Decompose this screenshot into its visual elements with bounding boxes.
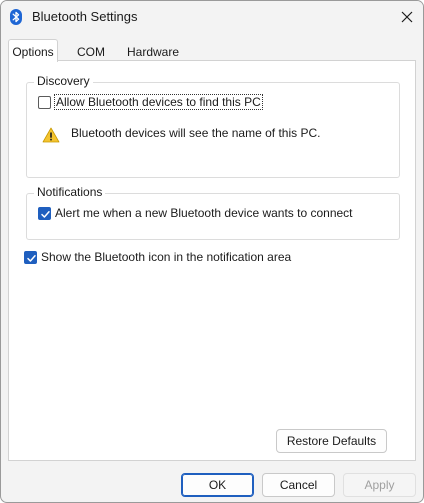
- discovery-warning-text: Bluetooth devices will see the name of t…: [71, 126, 321, 140]
- options-panel: Discovery Allow Bluetooth devices to fin…: [8, 60, 416, 461]
- allow-discovery-checkbox[interactable]: [38, 96, 51, 109]
- show-icon-label[interactable]: Show the Bluetooth icon in the notificat…: [41, 250, 291, 264]
- tab-hardware[interactable]: Hardware: [124, 42, 182, 61]
- ok-button[interactable]: OK: [181, 473, 254, 497]
- show-icon-checkbox[interactable]: [24, 251, 37, 264]
- close-button[interactable]: [391, 1, 423, 33]
- window-title: Bluetooth Settings: [32, 9, 138, 24]
- discovery-legend: Discovery: [34, 74, 93, 88]
- apply-button[interactable]: Apply: [343, 473, 416, 497]
- alert-new-device-checkbox[interactable]: [38, 207, 51, 220]
- notifications-legend: Notifications: [34, 185, 106, 199]
- tab-com-ports[interactable]: COM Ports: [62, 42, 120, 73]
- restore-defaults-button[interactable]: Restore Defaults: [276, 429, 387, 453]
- bluetooth-settings-dialog: Bluetooth Settings Options COM Ports Har…: [0, 0, 424, 503]
- bluetooth-icon: [10, 9, 22, 25]
- allow-discovery-label[interactable]: Allow Bluetooth devices to find this PC: [54, 94, 263, 110]
- alert-new-device-label[interactable]: Alert me when a new Bluetooth device wan…: [55, 206, 353, 220]
- title-bar: Bluetooth Settings: [1, 1, 423, 33]
- close-icon: [401, 11, 413, 23]
- warning-icon: [42, 127, 60, 143]
- cancel-button[interactable]: Cancel: [262, 473, 335, 497]
- tab-options[interactable]: Options: [8, 39, 58, 62]
